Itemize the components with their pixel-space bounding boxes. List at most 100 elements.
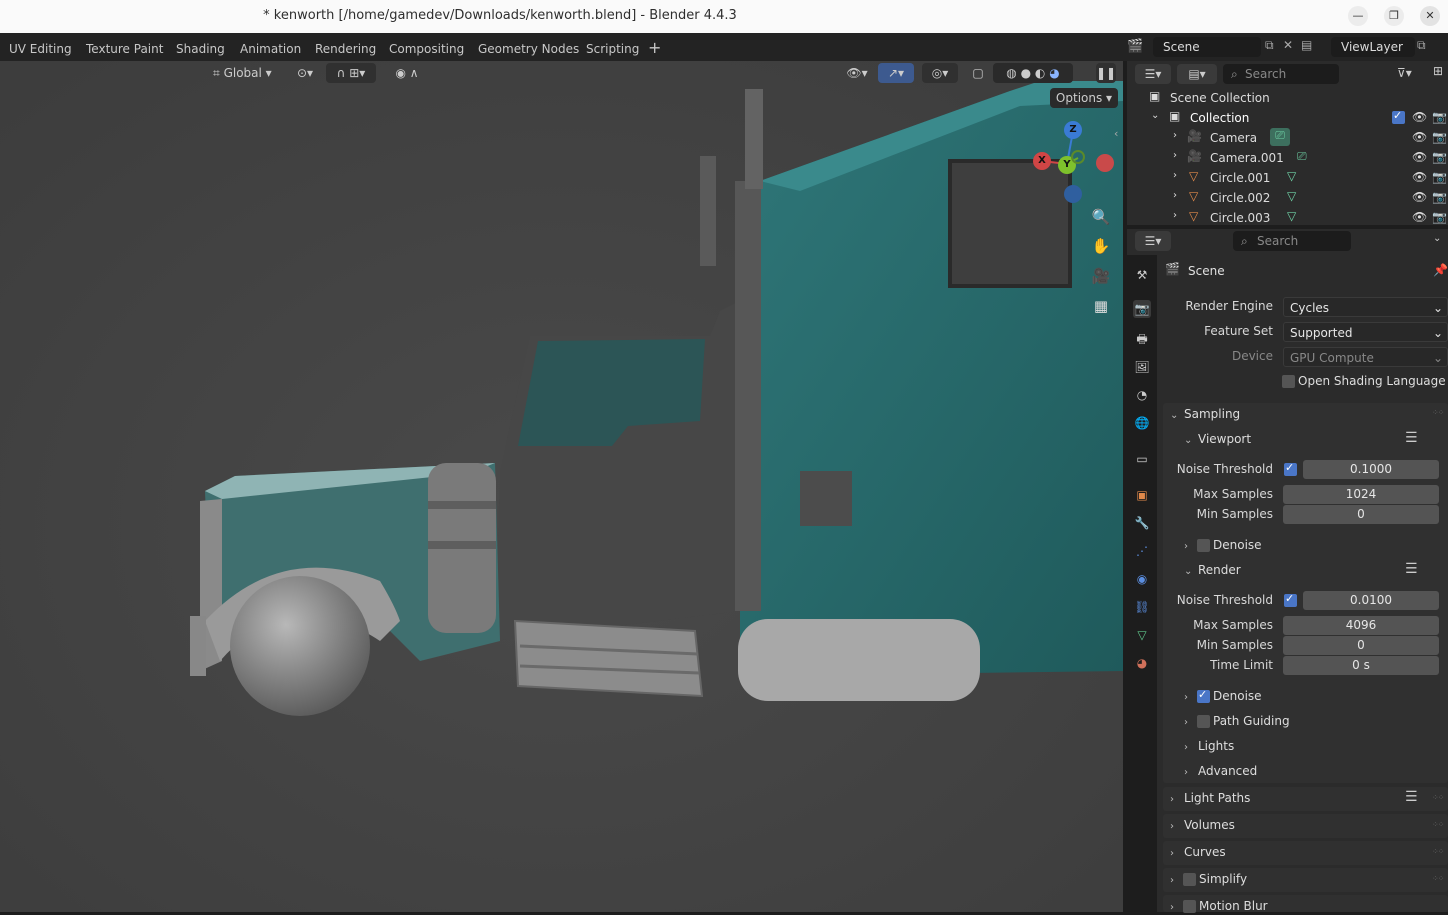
vp-denoise-checkbox[interactable]	[1197, 539, 1210, 552]
outliner-search-input[interactable]: Search	[1223, 64, 1339, 84]
presets-list-icon[interactable]: ☰	[1405, 561, 1418, 577]
r-denoise-subheader[interactable]: ›	[1184, 689, 1198, 703]
collection-checkbox[interactable]	[1392, 109, 1405, 124]
advanced-subheader[interactable]: › Advanced	[1184, 764, 1257, 778]
xray-toggle[interactable]: ▢	[968, 63, 988, 83]
presets-list-icon[interactable]: ☰	[1405, 430, 1418, 446]
scene-tab-icon[interactable]: ◔	[1133, 386, 1151, 404]
vp-noise-threshold-field[interactable]: 0.1000	[1303, 460, 1439, 479]
tab-geometry-nodes[interactable]: Geometry Nodes	[478, 42, 579, 56]
collection-tab-icon[interactable]: ▭	[1133, 450, 1151, 468]
delete-scene-icon[interactable]: ✕	[1283, 38, 1293, 52]
simplify-header[interactable]: ›	[1170, 872, 1184, 886]
time-limit-field[interactable]: 0 s	[1283, 656, 1439, 675]
constraints-tab-icon[interactable]: ⛓	[1133, 598, 1151, 616]
mesh-data-icon[interactable]: ▽	[1287, 169, 1296, 183]
visibility-eye-icon[interactable]: 👁	[1412, 190, 1427, 204]
tab-uv-editing[interactable]: UV Editing	[9, 42, 72, 56]
pin-icon[interactable]: 📌	[1433, 263, 1448, 277]
lights-subheader[interactable]: › Lights	[1184, 739, 1234, 753]
volumes-header[interactable]: › Volumes	[1170, 818, 1235, 832]
tab-animation[interactable]: Animation	[240, 42, 301, 56]
maximize-button[interactable]: ❐	[1384, 6, 1404, 26]
tab-compositing[interactable]: Compositing	[389, 42, 464, 56]
presets-list-icon[interactable]: ☰	[1405, 789, 1418, 805]
object-tab-icon[interactable]: ▣	[1133, 486, 1151, 504]
sampling-header[interactable]: ⌄ Sampling	[1170, 407, 1240, 421]
path-guiding-checkbox[interactable]	[1197, 715, 1210, 728]
tab-shading[interactable]: Shading	[176, 42, 225, 56]
render-camera-icon[interactable]: 📷	[1432, 110, 1447, 124]
tab-rendering[interactable]: Rendering	[315, 42, 376, 56]
outliner-scene-collection[interactable]: ▣ Scene Collection	[1127, 88, 1448, 108]
outliner-item[interactable]: › ▽ Circle.002 ▽ 👁 📷	[1127, 188, 1448, 208]
properties-editor-type-icon[interactable]: ☰▾	[1135, 231, 1171, 251]
render-subheader[interactable]: ⌄ Render	[1184, 563, 1241, 577]
render-camera-icon[interactable]: 📷	[1432, 170, 1447, 184]
visibility-eye-icon[interactable]: 👁	[1412, 150, 1427, 164]
tab-texture-paint[interactable]: Texture Paint	[86, 42, 163, 56]
gizmo-neg-x[interactable]	[1096, 154, 1114, 172]
view-layer-field[interactable]: ViewLayer	[1331, 37, 1415, 57]
view-layer-icon[interactable]: ▤	[1301, 38, 1312, 52]
motion-blur-checkbox[interactable]	[1183, 900, 1196, 913]
output-tab-icon[interactable]: 🖶	[1133, 330, 1151, 348]
gizmo-z-axis[interactable]: Z	[1064, 121, 1082, 139]
physics-tab-icon[interactable]: ◉	[1133, 570, 1151, 588]
ortho-grid-icon[interactable]: ▦	[1089, 294, 1113, 318]
camera-view-icon[interactable]: 🎥	[1089, 264, 1113, 288]
properties-options-icon[interactable]: ⌄	[1433, 233, 1441, 244]
rendered-shading-icon[interactable]: ◕	[1049, 66, 1059, 80]
solid-shading-icon[interactable]: ●	[1021, 66, 1031, 80]
vp-min-samples-field[interactable]: 0	[1283, 505, 1439, 524]
gizmo-neg-z[interactable]	[1064, 185, 1082, 203]
3d-viewport[interactable]	[0, 61, 1123, 912]
add-workspace-icon[interactable]: +	[648, 38, 661, 57]
tab-scripting[interactable]: Scripting	[586, 42, 639, 56]
r-max-samples-field[interactable]: 4096	[1283, 616, 1439, 635]
world-tab-icon[interactable]: 🌐	[1133, 414, 1151, 432]
orientation-dropdown[interactable]: ⌗ Global ▾	[207, 63, 283, 83]
render-camera-icon[interactable]: 📷	[1432, 210, 1447, 224]
render-engine-dropdown[interactable]: Cycles ⌄	[1283, 297, 1448, 317]
mesh-data-icon[interactable]: ▽	[1287, 189, 1296, 203]
scene-icon[interactable]: 🎬	[1127, 39, 1143, 54]
r-min-samples-field[interactable]: 0	[1283, 636, 1439, 655]
outliner-item[interactable]: › ▽ Circle.001 ▽ 👁 📷	[1127, 168, 1448, 188]
drag-handle-icon[interactable]: ⁘⁘	[1432, 847, 1444, 856]
viewport-subheader[interactable]: ⌄ Viewport	[1184, 432, 1251, 446]
drag-handle-icon[interactable]: ⁘⁘	[1432, 874, 1444, 883]
snap-toggle[interactable]: ∩ ⊞▾	[326, 63, 376, 83]
view-layer-tab-icon[interactable]: 🖼	[1133, 358, 1151, 376]
drag-handle-icon[interactable]: ⁘⁘	[1432, 793, 1444, 802]
drag-handle-icon[interactable]: ⁘⁘	[1432, 820, 1444, 829]
render-camera-icon[interactable]: 📷	[1432, 190, 1447, 204]
overlay-toggle[interactable]: ◎▾	[922, 63, 958, 83]
material-tab-icon[interactable]: ◕	[1133, 654, 1151, 672]
outliner-item[interactable]: › 🎥 Camera ⎚ 👁 📷	[1127, 128, 1448, 148]
render-camera-icon[interactable]: 📷	[1432, 130, 1447, 144]
zoom-icon[interactable]: 🔍	[1089, 205, 1113, 229]
expand-arrow-icon[interactable]: ›	[1173, 170, 1177, 181]
device-dropdown[interactable]: GPU Compute ⌄	[1283, 347, 1448, 367]
visibility-eye-icon[interactable]: 👁	[1412, 210, 1427, 224]
particles-tab-icon[interactable]: ⋰	[1133, 542, 1151, 560]
camera-data-icon[interactable]: ⎚	[1270, 128, 1290, 146]
sidebar-toggle-icon[interactable]: ‹	[1114, 127, 1118, 140]
new-collection-icon[interactable]: ⊞	[1433, 64, 1443, 78]
r-denoise-checkbox[interactable]	[1197, 688, 1210, 703]
outliner-collection[interactable]: ⌄ ▣ Collection 👁 📷	[1127, 108, 1448, 128]
visibility-eye-icon[interactable]: 👁	[1412, 110, 1427, 124]
simplify-checkbox[interactable]	[1183, 873, 1196, 886]
outliner-item[interactable]: › 🎥 Camera.001 ⎚ 👁 📷	[1127, 148, 1448, 168]
outliner-item[interactable]: › ▽ Circle.003 ▽ 👁 📷	[1127, 208, 1448, 228]
shading-modes[interactable]: ◍ ● ◐ ◕	[993, 63, 1073, 83]
vp-denoise-subheader[interactable]: ›	[1184, 538, 1198, 552]
pause-render-button[interactable]: ❚❚	[1096, 63, 1116, 83]
render-tab-icon[interactable]: 📷	[1133, 300, 1151, 318]
close-button[interactable]: ✕	[1420, 6, 1440, 26]
modifier-tab-icon[interactable]: 🔧	[1133, 514, 1151, 532]
expand-arrow-icon[interactable]: ⌄	[1151, 110, 1159, 121]
feature-set-dropdown[interactable]: Supported ⌄	[1283, 322, 1448, 342]
material-shading-icon[interactable]: ◐	[1035, 66, 1045, 80]
